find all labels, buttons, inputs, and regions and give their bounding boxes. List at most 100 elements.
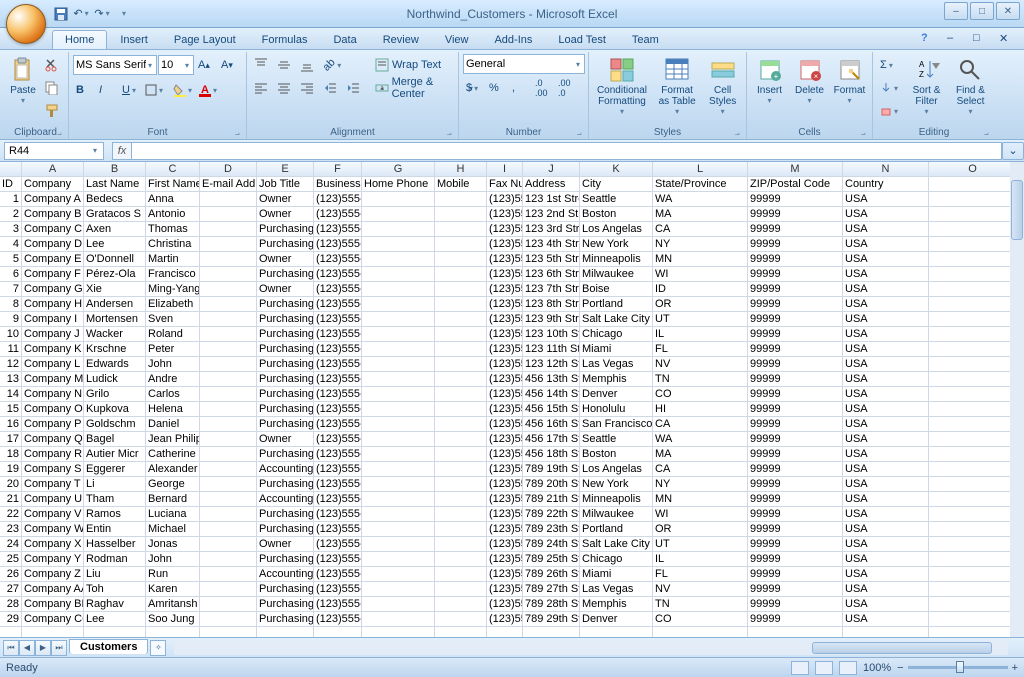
cell[interactable]: New York	[580, 237, 653, 252]
cell[interactable]	[362, 567, 435, 582]
new-sheet-button[interactable]: ✧	[150, 640, 166, 656]
cell[interactable]	[435, 537, 487, 552]
cell[interactable]	[435, 432, 487, 447]
cell[interactable]: 1	[0, 192, 22, 207]
cell[interactable]: City	[580, 177, 653, 192]
cell[interactable]: (123)555-0100	[314, 237, 362, 252]
cell[interactable]: 16	[0, 417, 22, 432]
cell[interactable]	[929, 192, 1010, 207]
cell[interactable]: (123)555-0100	[314, 507, 362, 522]
zoom-in-button[interactable]: +	[1012, 662, 1018, 674]
cell[interactable]: (123)555-0	[487, 522, 523, 537]
cell[interactable]: (123)555-0100	[314, 567, 362, 582]
ribbon-tab-add-ins[interactable]: Add-Ins	[481, 30, 545, 49]
cell[interactable]: 20	[0, 477, 22, 492]
cell[interactable]: 123 7th Street	[523, 282, 580, 297]
col-header-D[interactable]: D	[200, 162, 257, 177]
cell[interactable]: (123)555-0	[487, 552, 523, 567]
cell[interactable]: 99999	[748, 552, 843, 567]
cell[interactable]: Li	[84, 477, 146, 492]
cell[interactable]: 25	[0, 552, 22, 567]
cell[interactable]: (123)555-0100	[314, 192, 362, 207]
cell[interactable]: 99999	[748, 582, 843, 597]
cell[interactable]: (123)555-0	[487, 537, 523, 552]
cell[interactable]	[200, 447, 257, 462]
col-header-I[interactable]: I	[487, 162, 523, 177]
cell[interactable]	[435, 402, 487, 417]
cell-styles-button[interactable]: Cell Styles▾	[703, 54, 742, 126]
cell[interactable]	[200, 252, 257, 267]
cell[interactable]: E-mail Address	[200, 177, 257, 192]
cell[interactable]: (123)555-0	[487, 417, 523, 432]
cell[interactable]: 23	[0, 522, 22, 537]
cell[interactable]: Mortensen	[84, 312, 146, 327]
cell[interactable]	[929, 597, 1010, 612]
cell[interactable]: Jonas	[146, 537, 200, 552]
cell[interactable]: Eggerer	[84, 462, 146, 477]
delete-button[interactable]: ×Delete▾	[791, 54, 828, 126]
cell[interactable]	[200, 192, 257, 207]
cell[interactable]: Owner	[257, 537, 314, 552]
cell[interactable]: 123 3rd Street	[523, 222, 580, 237]
cell[interactable]: USA	[843, 417, 929, 432]
cell[interactable]: 99999	[748, 597, 843, 612]
cell[interactable]: Los Angelas	[580, 222, 653, 237]
cell[interactable]: (123)555-0100	[314, 432, 362, 447]
cell[interactable]: George	[146, 477, 200, 492]
expand-formula-bar-icon[interactable]: ⌄	[1002, 142, 1024, 160]
cell[interactable]: (123)555-0100	[314, 252, 362, 267]
cell[interactable]: 99999	[748, 207, 843, 222]
cell[interactable]: 789 26th Street	[523, 567, 580, 582]
cell[interactable]	[435, 552, 487, 567]
cell[interactable]	[435, 387, 487, 402]
conditional-formatting-button[interactable]: Conditional Formatting▾	[593, 54, 651, 126]
cell[interactable]	[929, 177, 1010, 192]
cell[interactable]	[929, 372, 1010, 387]
ribbon-tab-load-test[interactable]: Load Test	[545, 30, 619, 49]
cell[interactable]: Purchasing	[257, 582, 314, 597]
cell[interactable]: Denver	[580, 387, 653, 402]
cell[interactable]	[435, 582, 487, 597]
cell[interactable]	[929, 357, 1010, 372]
cell[interactable]: Run	[146, 567, 200, 582]
cell[interactable]: Minneapolis	[580, 492, 653, 507]
last-sheet-button[interactable]: ⏭	[51, 640, 67, 656]
cell[interactable]: 456 15th Street	[523, 402, 580, 417]
wrap-text-button[interactable]: Wrap Text	[372, 54, 464, 76]
cell[interactable]: 15	[0, 402, 22, 417]
cell[interactable]: Company E	[22, 252, 84, 267]
cell[interactable]	[200, 462, 257, 477]
align-center-button[interactable]	[274, 77, 296, 99]
cell[interactable]	[435, 477, 487, 492]
cell[interactable]	[362, 267, 435, 282]
cell[interactable]	[929, 582, 1010, 597]
cell[interactable]: USA	[843, 612, 929, 627]
cell[interactable]	[362, 402, 435, 417]
cell[interactable]: 99999	[748, 612, 843, 627]
cell[interactable]: 99999	[748, 267, 843, 282]
cell[interactable]	[929, 342, 1010, 357]
cell[interactable]: 10	[0, 327, 22, 342]
cell[interactable]: 26	[0, 567, 22, 582]
cell[interactable]: Minneapolis	[580, 252, 653, 267]
cell[interactable]	[362, 507, 435, 522]
cell[interactable]: WA	[653, 432, 748, 447]
decrease-decimal-button[interactable]: .00.0	[555, 77, 577, 99]
fill-color-button[interactable]: ▾	[169, 79, 197, 101]
cell[interactable]: Purchasing	[257, 522, 314, 537]
col-header-B[interactable]: B	[84, 162, 146, 177]
cell[interactable]: (123)555-0	[487, 372, 523, 387]
cell[interactable]: (123)555-0100	[314, 537, 362, 552]
cell[interactable]: Jean Philippe	[146, 432, 200, 447]
cell[interactable]: Company G	[22, 282, 84, 297]
cell[interactable]	[929, 507, 1010, 522]
cell[interactable]: USA	[843, 192, 929, 207]
cell[interactable]	[314, 627, 362, 637]
cell[interactable]: USA	[843, 327, 929, 342]
cell[interactable]: 99999	[748, 372, 843, 387]
insert-button[interactable]: +Insert▾	[751, 54, 788, 126]
cell[interactable]	[435, 342, 487, 357]
accounting-button[interactable]: $▾	[463, 77, 485, 99]
cell[interactable]: Axen	[84, 222, 146, 237]
cell[interactable]	[200, 597, 257, 612]
